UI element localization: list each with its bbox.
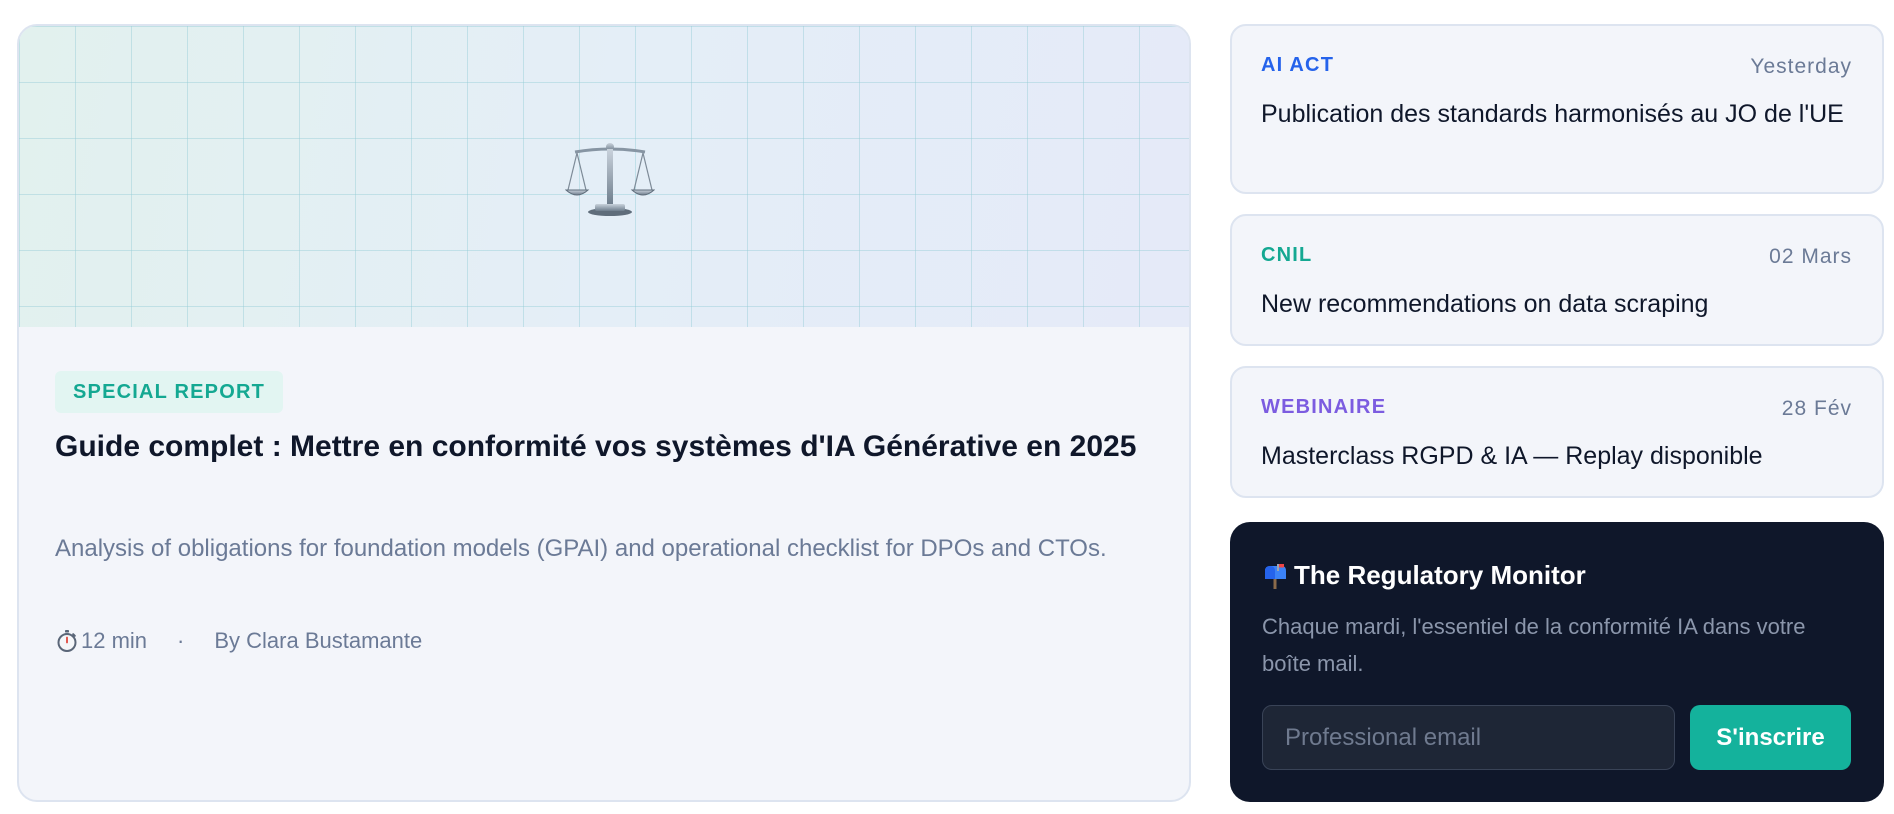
featured-hero-image <box>19 26 1189 327</box>
news-category: WEBINAIRE <box>1261 396 1387 418</box>
newsletter-description: Chaque mardi, l'essentiel de la conformi… <box>1262 614 1806 676</box>
featured-article-meta: 12 min · By Clara Bustamante <box>55 626 422 656</box>
newsletter-signup: The Regulatory Monitor Chaque mardi, l'e… <box>1230 522 1884 802</box>
news-category: AI ACT <box>1261 54 1335 76</box>
featured-article-card[interactable]: SPECIAL REPORT Guide complet : Mettre en… <box>17 24 1191 802</box>
subscribe-button[interactable]: S'inscrire <box>1690 705 1851 770</box>
news-date: 28 Fév <box>1781 397 1852 420</box>
newsletter-title-text: The Regulatory Monitor <box>1294 560 1586 590</box>
featured-article-title[interactable]: Guide complet : Mettre en conformité vos… <box>55 426 1155 468</box>
balance-scale-icon <box>565 143 655 216</box>
news-date: Yesterday <box>1750 55 1852 78</box>
meta-separator: · <box>177 628 185 653</box>
news-category: CNIL <box>1261 244 1313 266</box>
stopwatch-icon <box>57 630 77 652</box>
news-headline[interactable]: Publication des standards harmonisés au … <box>1261 96 1861 133</box>
read-time: 12 min <box>81 628 148 653</box>
email-input[interactable] <box>1262 705 1675 770</box>
newsletter-title: The Regulatory Monitor <box>1262 560 1586 591</box>
special-report-badge: SPECIAL REPORT <box>55 371 284 413</box>
news-card-ai-act[interactable]: AI ACT Yesterday Publication des standar… <box>1230 24 1884 194</box>
news-date: 02 Mars <box>1769 245 1852 268</box>
featured-article-description: Analysis of obligations for foundation m… <box>55 535 1107 562</box>
mailbox-icon <box>1265 563 1286 589</box>
news-headline[interactable]: New recommendations on data scraping <box>1261 286 1861 323</box>
article-author[interactable]: By Clara Bustamante <box>214 628 422 654</box>
news-card-cnil[interactable]: CNIL 02 Mars New recommendations on data… <box>1230 214 1884 346</box>
page: SPECIAL REPORT Guide complet : Mettre en… <box>0 0 1894 814</box>
news-headline[interactable]: Masterclass RGPD & IA — Replay disponibl… <box>1261 438 1861 475</box>
news-card-webinaire[interactable]: WEBINAIRE 28 Fév Masterclass RGPD & IA —… <box>1230 366 1884 498</box>
